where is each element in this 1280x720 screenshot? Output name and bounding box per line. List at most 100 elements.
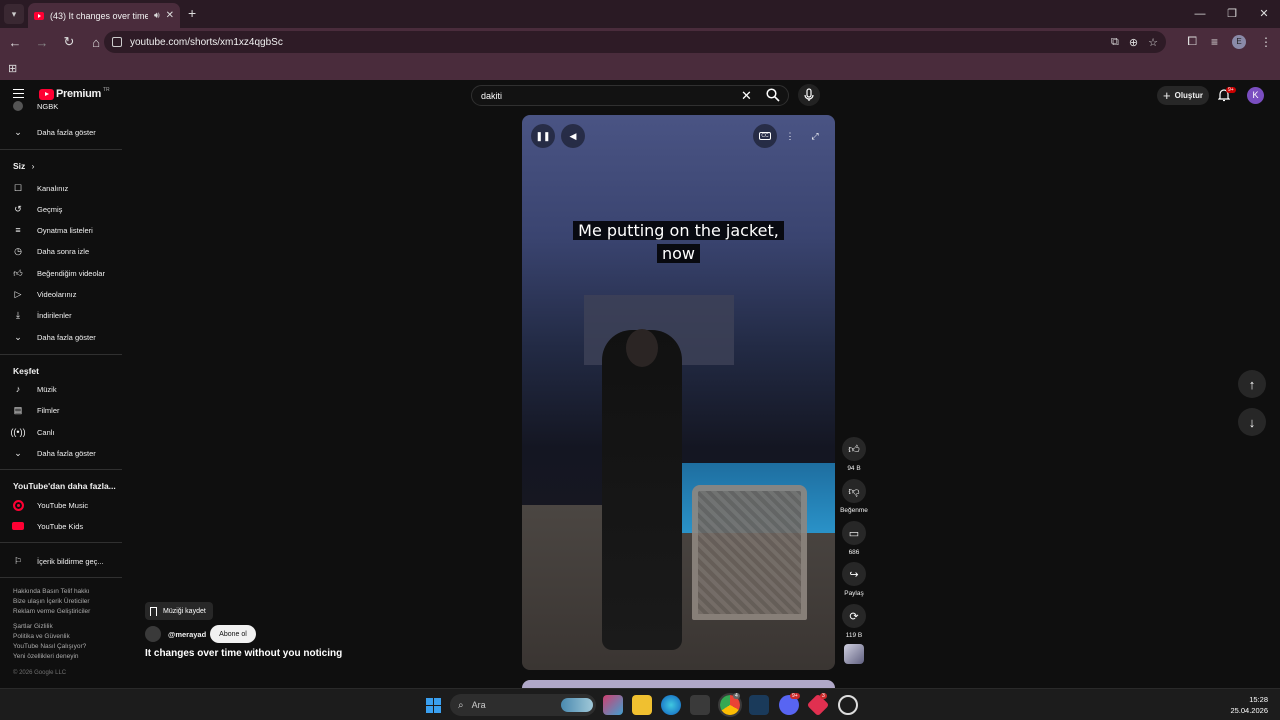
- sidebar-item-label: Daha fazla göster: [37, 448, 96, 458]
- create-button[interactable]: + Oluştur: [1157, 86, 1209, 105]
- save-music-button[interactable]: Müziği kaydet: [145, 602, 213, 620]
- sidebar-show-more[interactable]: ⌄ Daha fazla göster: [0, 443, 122, 463]
- youtube-logo-icon: [39, 88, 54, 100]
- user-icon: ☐: [13, 182, 23, 193]
- new-tab-button[interactable]: +: [188, 5, 196, 21]
- shorts-video-player[interactable]: ❚❚ ◀︎ CC ⋮ ⤢ Me putting on the jacket, n…: [522, 115, 835, 670]
- sidebar-item-youtube-kids[interactable]: YouTube Kids: [0, 516, 122, 536]
- more-options-icon[interactable]: ⋮: [778, 124, 802, 148]
- sidebar-item-your-videos[interactable]: ▷ Videolarınız: [0, 284, 122, 304]
- sidebar-item-downloads[interactable]: ⤓ İndirilenler: [0, 305, 122, 325]
- sidebar-item-live[interactable]: ((•)) Canlı: [0, 422, 122, 442]
- apps-grid-icon[interactable]: ⊞: [8, 62, 17, 75]
- sidebar-show-more[interactable]: ⌄ Daha fazla göster: [0, 122, 122, 142]
- sidebar-item-watch-later[interactable]: ◷ Daha sonra izle: [0, 241, 122, 261]
- caption-line-2: now: [656, 244, 700, 263]
- sidebar-item-subscription[interactable]: NGBK: [0, 100, 122, 112]
- sidebar-section-you[interactable]: Siz ›: [13, 161, 35, 171]
- speaker-icon[interactable]: 🔊︎: [154, 10, 160, 21]
- video-title[interactable]: It changes over time without you noticin…: [145, 648, 342, 659]
- sidebar-item-liked-videos[interactable]: 👍︎ Beğendiğim videolar: [0, 263, 122, 283]
- logo-text: Premium: [56, 88, 101, 100]
- channel-name[interactable]: @merayad: [168, 630, 206, 639]
- pause-icon[interactable]: ❚❚: [531, 124, 555, 148]
- sidebar-item-label: YouTube Kids: [37, 521, 84, 531]
- zoom-icon[interactable]: ⊕: [1129, 36, 1138, 49]
- extensions-icon[interactable]: ⧠: [1187, 34, 1197, 49]
- film-icon: ▤: [13, 404, 23, 415]
- profile-avatar[interactable]: E: [1232, 34, 1246, 49]
- save-music-label: Müziği kaydet: [163, 607, 206, 615]
- sidebar-item-label: Geçmiş: [37, 204, 63, 214]
- menu-icon[interactable]: [13, 89, 24, 98]
- edge-icon[interactable]: [661, 695, 681, 715]
- sidebar-divider: [0, 354, 122, 355]
- sidebar-item-music[interactable]: ♪ Müzik: [0, 379, 122, 399]
- footer-links-1[interactable]: Hakkında Basın Telif hakkı Bize ulaşın İ…: [13, 587, 113, 617]
- previous-short-button[interactable]: ↑: [1238, 370, 1266, 398]
- subscribe-button[interactable]: Abone ol: [210, 625, 256, 643]
- steam-icon[interactable]: [749, 695, 769, 715]
- microphone-icon[interactable]: [798, 84, 820, 106]
- bookmark-icon: [150, 606, 157, 616]
- volume-icon[interactable]: ◀︎: [561, 124, 585, 148]
- comments-button[interactable]: ▭ 686: [842, 521, 866, 556]
- file-explorer-icon[interactable]: [632, 695, 652, 715]
- dislike-button[interactable]: 👎︎ Beğenme: [840, 479, 868, 514]
- youtube-premium-logo[interactable]: Premium TR: [39, 87, 110, 100]
- account-avatar[interactable]: K: [1247, 87, 1264, 104]
- tab-search-button[interactable]: ▾: [4, 4, 24, 24]
- audio-track-thumbnail[interactable]: [844, 644, 864, 664]
- remix-count: 119 B: [845, 632, 863, 639]
- fullscreen-icon[interactable]: ⤢: [803, 124, 827, 148]
- site-info-icon[interactable]: [112, 37, 122, 47]
- remix-button[interactable]: ⟳ 119 B: [842, 604, 866, 639]
- address-bar[interactable]: youtube.com/shorts/xm1xz4qgbSc ⧉ ⊕ ☆: [104, 31, 1166, 53]
- close-window-icon[interactable]: ✕: [1248, 0, 1280, 28]
- like-icon: 👍︎: [13, 267, 23, 278]
- minimize-icon[interactable]: —: [1184, 0, 1216, 28]
- bookmark-star-icon[interactable]: ☆: [1148, 36, 1158, 49]
- sidebar-divider: [0, 577, 122, 578]
- video-scene-person: [602, 330, 682, 650]
- store-icon[interactable]: [690, 695, 710, 715]
- next-short-button[interactable]: ↓: [1238, 408, 1266, 436]
- tab-title: (43) It changes over time w: [50, 10, 148, 21]
- clear-search-icon[interactable]: ✕: [741, 88, 752, 104]
- window-controls: — ❐ ✕: [1184, 0, 1280, 28]
- app-circle-icon[interactable]: [838, 695, 858, 715]
- search-icon[interactable]: [766, 88, 780, 102]
- system-clock[interactable]: 15:28 25.04.2026: [1230, 694, 1268, 716]
- reload-icon[interactable]: ↻: [57, 34, 81, 50]
- windows-start-icon[interactable]: [426, 698, 441, 713]
- captions-icon[interactable]: CC: [753, 124, 777, 148]
- restore-icon[interactable]: ❐: [1216, 0, 1248, 28]
- sidebar-item-report-history[interactable]: ⚐ İçerik bildirme geç...: [0, 551, 122, 571]
- sidebar-item-your-channel[interactable]: ☐ Kanalınız: [0, 178, 122, 198]
- install-app-icon[interactable]: ⧉: [1111, 36, 1119, 49]
- browser-tab-bar: ▾ (43) It changes over time w 🔊︎ ✕ + — ❐…: [0, 0, 1280, 28]
- next-short-preview[interactable]: [522, 680, 835, 688]
- share-button[interactable]: ↪ Paylaş: [842, 562, 866, 597]
- sidebar-item-playlists[interactable]: ≡ Oynatma listeleri: [0, 220, 122, 240]
- taskbar-search[interactable]: ⌕ Ara: [450, 694, 596, 716]
- sidebar-item-youtube-music[interactable]: YouTube Music: [0, 495, 122, 515]
- back-icon[interactable]: ←: [3, 35, 27, 50]
- channel-avatar[interactable]: [145, 626, 161, 642]
- youtube-favicon-icon: [34, 11, 44, 20]
- sidebar-item-label: Müzik: [37, 384, 57, 394]
- media-control-icon[interactable]: ≡: [1211, 35, 1218, 49]
- sidebar-item-history[interactable]: ↺ Geçmiş: [0, 199, 122, 219]
- sidebar-show-more[interactable]: ⌄ Daha fazla göster: [0, 327, 122, 347]
- sidebar-divider: [0, 469, 122, 470]
- forward-icon[interactable]: →: [30, 35, 54, 50]
- footer-links-2[interactable]: Şartlar Gizlilik Politika ve Güvenlik Yo…: [13, 622, 113, 662]
- close-tab-icon[interactable]: ✕: [166, 10, 174, 21]
- playlist-icon: ≡: [15, 225, 21, 235]
- browser-tab[interactable]: (43) It changes over time w 🔊︎ ✕: [28, 3, 180, 28]
- like-button[interactable]: 👍︎ 94 B: [842, 437, 866, 472]
- sidebar-item-films[interactable]: ▤ Filmler: [0, 400, 122, 420]
- share-icon: ↪: [842, 562, 866, 586]
- widgets-icon[interactable]: [603, 695, 623, 715]
- menu-dots-icon[interactable]: ⋮: [1260, 35, 1272, 49]
